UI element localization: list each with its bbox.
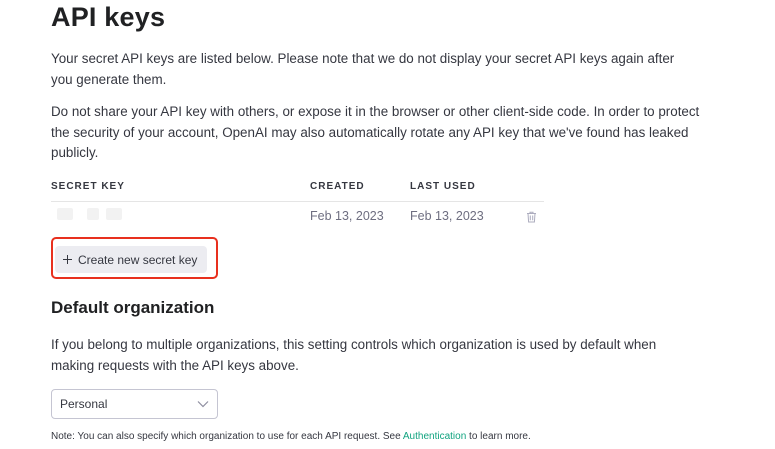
- page-title: API keys: [51, 2, 166, 32]
- intro-text: Your secret API keys are listed below. P…: [51, 51, 675, 87]
- column-header-secret-key: SECRET KEY: [51, 181, 125, 192]
- chevron-down-icon: [197, 401, 209, 408]
- trash-icon[interactable]: [526, 210, 537, 223]
- security-notice: Do not share your API key with others, o…: [51, 104, 700, 160]
- organization-description: If you belong to multiple organizations,…: [51, 337, 657, 373]
- organization-select-value: Personal: [60, 397, 108, 411]
- create-secret-key-label: Create new secret key: [78, 252, 198, 267]
- column-header-created: CREATED: [310, 181, 365, 192]
- plus-icon: [63, 255, 72, 264]
- note-prefix: Note: You can also specify which organiz…: [51, 431, 403, 442]
- column-header-last-used: LAST USED: [410, 181, 476, 192]
- default-organization-title: Default organization: [51, 298, 215, 317]
- redacted-key-segment: [87, 208, 99, 220]
- organization-note: Note: You can also specify which organiz…: [51, 431, 531, 442]
- redacted-key-segment: [57, 208, 73, 220]
- api-keys-page: API keys Your secret API keys are listed…: [0, 0, 775, 449]
- authentication-link[interactable]: Authentication: [403, 431, 466, 442]
- last-used-date: Feb 13, 2023: [410, 209, 484, 223]
- created-date: Feb 13, 2023: [310, 209, 384, 223]
- table-divider: [51, 201, 544, 202]
- organization-select[interactable]: Personal: [51, 389, 218, 419]
- note-suffix: to learn more.: [466, 431, 531, 442]
- redacted-key-segment: [106, 208, 122, 220]
- create-secret-key-button[interactable]: Create new secret key: [55, 246, 207, 273]
